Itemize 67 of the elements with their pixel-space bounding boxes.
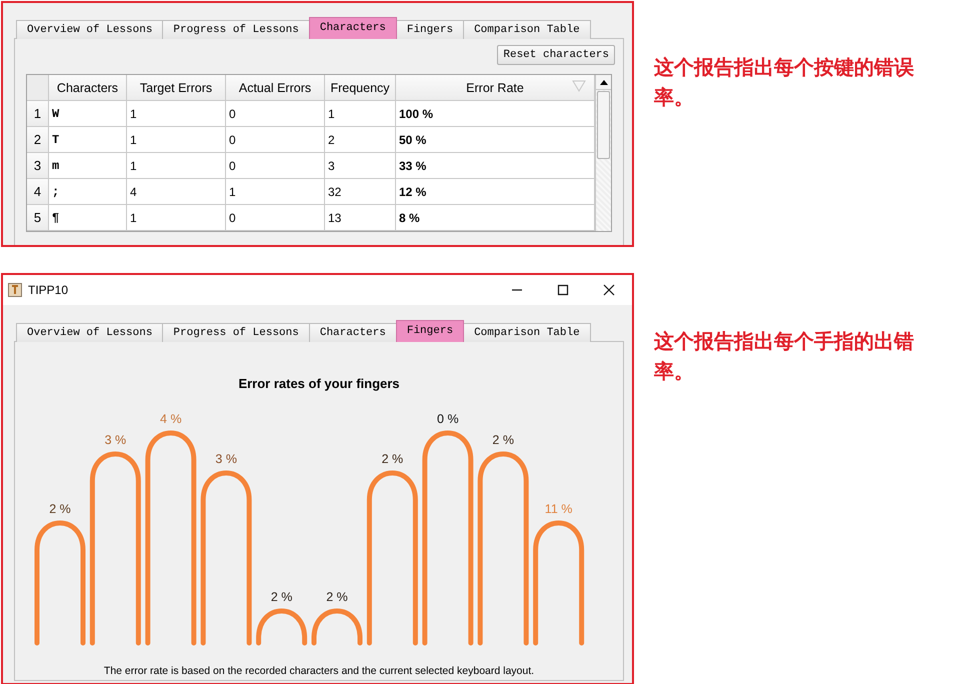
table-cell: 4 — [127, 179, 226, 205]
reset-characters-button[interactable]: Reset characters — [497, 45, 615, 65]
vertical-scrollbar[interactable] — [595, 75, 611, 231]
table-cell: T — [49, 127, 127, 153]
tab[interactable]: Comparison Table — [463, 20, 591, 39]
table-cell: 1 — [127, 205, 226, 231]
column-header[interactable]: Actual Errors — [226, 75, 325, 101]
finger-error-rate: 3 % — [104, 433, 126, 447]
finger-arch — [312, 608, 362, 646]
row-number: 1 — [27, 101, 49, 127]
tab[interactable]: Progress of Lessons — [162, 20, 310, 39]
column-header[interactable]: Frequency — [325, 75, 396, 101]
chart-title: Error rates of your fingers — [238, 376, 400, 391]
table-cell: 13 — [325, 205, 396, 231]
up-arrow-icon — [600, 80, 608, 84]
table-cell: 32 — [325, 179, 396, 205]
finger-error-rate: 2 % — [492, 433, 514, 447]
row-number: 5 — [27, 205, 49, 231]
annotation-text: 这个报告指出每个按键的错误率。 — [654, 54, 915, 111]
annotation-text: 这个报告指出每个手指的出错率。 — [654, 328, 915, 385]
scroll-up-button[interactable] — [596, 75, 611, 90]
tab[interactable]: Comparison Table — [463, 323, 591, 342]
finger-error-rate: 3 % — [215, 452, 237, 466]
table-cell: ¶ — [49, 205, 127, 231]
window-title: TIPP10 — [28, 283, 68, 297]
table-cell: 1 — [127, 127, 226, 153]
row-number: 4 — [27, 179, 49, 205]
table-cell: 0 — [226, 205, 325, 231]
tab[interactable]: Overview of Lessons — [16, 323, 164, 342]
close-icon — [603, 284, 615, 296]
table-cell: 2 — [325, 127, 396, 153]
table-cell: ; — [49, 179, 127, 205]
tab[interactable]: Fingers — [396, 320, 464, 342]
tab[interactable]: Characters — [308, 323, 397, 342]
tab[interactable]: Fingers — [396, 20, 464, 39]
column-header[interactable]: Characters — [49, 75, 127, 101]
finger-error-rate: 2 % — [49, 502, 71, 516]
table-cell: 0 — [226, 127, 325, 153]
finger-error-rate: 11 % — [544, 502, 572, 516]
row-number: 3 — [27, 153, 49, 179]
maximize-icon — [557, 284, 569, 296]
tab[interactable]: Progress of Lessons — [162, 323, 310, 342]
table-cell: m — [49, 153, 127, 179]
corner-header — [27, 75, 49, 101]
tab[interactable]: Characters — [308, 17, 397, 39]
finger-error-rate: 2 % — [382, 452, 404, 466]
table-cell: 1 — [325, 101, 396, 127]
column-header[interactable]: Error Rate — [396, 75, 595, 101]
table-cell: 3 — [325, 153, 396, 179]
finger-error-rate: 0 % — [437, 412, 459, 426]
column-header[interactable]: Target Errors — [127, 75, 226, 101]
table-cell: 0 — [226, 153, 325, 179]
tab[interactable]: Overview of Lessons — [16, 20, 164, 39]
table-cell: 1 — [226, 179, 325, 205]
table-cell: 0 — [226, 101, 325, 127]
row-number: 2 — [27, 127, 49, 153]
scrollbar-thumb[interactable] — [597, 91, 610, 159]
finger-error-rate: 2 % — [270, 590, 292, 604]
finger-arch — [256, 608, 308, 646]
table-cell: W — [49, 101, 127, 127]
table-cell: 1 — [127, 101, 226, 127]
finger-error-rate: 4 % — [160, 412, 182, 426]
table-cell: 1 — [127, 153, 226, 179]
app-icon — [8, 283, 22, 297]
sort-indicator-icon — [572, 80, 586, 92]
finger-error-rate: 2 % — [326, 590, 348, 604]
footnote: The error rate is based on the recorded characters and the current selected keyboard layout. — [104, 665, 534, 677]
